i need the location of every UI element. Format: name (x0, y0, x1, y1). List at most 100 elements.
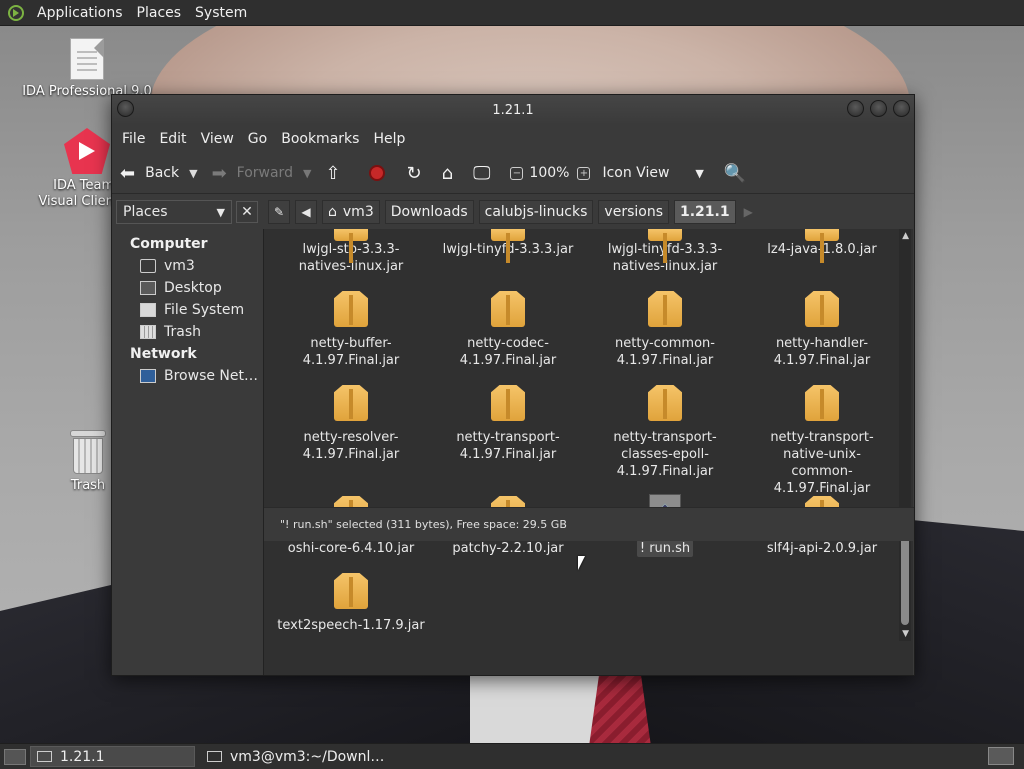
trash-icon (140, 325, 156, 339)
taskbar-item-terminal[interactable]: vm3@vm3:~/Downl… (201, 746, 390, 767)
menu-edit[interactable]: Edit (152, 131, 193, 147)
forward-button[interactable]: ➡ Forward (212, 163, 293, 184)
chevron-down-icon: ▼ (216, 205, 225, 219)
forward-history-dropdown[interactable]: ▼ (303, 167, 311, 180)
breadcrumb-downloads[interactable]: Downloads (384, 200, 474, 224)
taskbar-item-label: 1.21.1 (60, 748, 105, 765)
reload-button[interactable]: ↻ (407, 163, 432, 184)
file-item-label: netty-transport-4.1.97.Final.jar (456, 430, 560, 462)
icon-view[interactable]: lwjgl-stb-3.3.3-natives-linux.jar lwjgl-… (264, 229, 913, 675)
sidebar: Computer vm3 Desktop File System Trash N… (112, 229, 264, 675)
file-item[interactable]: text2speech-1.17.9.jar (276, 573, 426, 634)
workspace-switcher[interactable] (988, 747, 1014, 765)
show-desktop-button[interactable] (4, 748, 26, 765)
chevron-right-icon[interactable]: ▶ (744, 205, 753, 219)
file-item[interactable]: lwjgl-tinyfd-3.3.3-natives-linux.jar (590, 229, 740, 275)
sidebar-item-desktop[interactable]: Desktop (112, 277, 263, 299)
view-mode-select[interactable]: Icon View ▼ (602, 165, 703, 181)
breadcrumb-left-button[interactable]: ◀ (295, 200, 317, 224)
file-item[interactable]: lwjgl-tinyfd-3.3.3.jar (433, 229, 583, 263)
back-button[interactable]: ⬅ Back (120, 163, 179, 184)
file-item-label: netty-codec-4.1.97.Final.jar (459, 336, 557, 368)
search-button[interactable]: 🔍 (724, 163, 756, 184)
maximize-button[interactable] (870, 100, 887, 117)
pencil-icon: ✎ (273, 205, 285, 219)
reload-icon: ↻ (406, 162, 422, 184)
stop-icon[interactable] (368, 165, 385, 181)
jar-file-icon (334, 291, 368, 327)
up-button[interactable]: ⇧ (325, 163, 350, 184)
file-item[interactable]: netty-codec-4.1.97.Final.jar (433, 291, 583, 369)
computer-icon: 🖵 (473, 162, 491, 184)
computer-button[interactable]: 🖵 (473, 163, 500, 184)
file-item-label: ! run.sh (636, 540, 694, 557)
panel-menu-places[interactable]: Places (130, 5, 189, 21)
sidebar-heading-computer: Computer (130, 236, 208, 252)
chevron-left-icon: ◀ (301, 205, 311, 219)
network-icon (140, 369, 156, 383)
jar-file-icon (648, 291, 682, 327)
zoom-level[interactable]: 100% (529, 165, 569, 181)
menu-bookmarks[interactable]: Bookmarks (274, 131, 366, 147)
sidebar-item-vm3[interactable]: vm3 (112, 255, 263, 277)
places-select-label: Places (123, 204, 168, 220)
ida-teams-icon (64, 128, 110, 174)
home-button[interactable]: ⌂ (442, 163, 463, 184)
chevron-down-icon: ▼ (695, 166, 704, 180)
trash-icon (70, 430, 106, 474)
breadcrumb-current[interactable]: 1.21.1 (674, 200, 736, 224)
taskbar-item-file-manager[interactable]: 1.21.1 (30, 746, 195, 767)
file-item[interactable]: lz4-java-1.8.0.jar (747, 229, 897, 263)
zoom-in-icon[interactable]: + (577, 166, 591, 180)
sidebar-item-file-system[interactable]: File System (112, 299, 263, 321)
distro-logo-icon[interactable] (8, 4, 24, 21)
file-item[interactable]: netty-common-4.1.97.Final.jar (590, 291, 740, 369)
sidebar-heading-network: Network (130, 346, 197, 362)
file-item[interactable]: netty-resolver-4.1.97.Final.jar (276, 385, 426, 463)
window-menu-button[interactable] (117, 100, 134, 117)
panel-menu-applications[interactable]: Applications (30, 5, 130, 21)
minimize-button[interactable] (847, 100, 864, 117)
file-item[interactable]: netty-buffer-4.1.97.Final.jar (276, 291, 426, 369)
file-item-label: patchy-2.2.10.jar (452, 541, 564, 556)
jar-file-icon (648, 229, 682, 263)
file-item-label: netty-common-4.1.97.Final.jar (615, 336, 715, 368)
breadcrumb-calubjs-linucks[interactable]: calubjs-linucks (478, 200, 594, 224)
panel-menu-system[interactable]: System (188, 5, 254, 21)
scroll-down-icon[interactable]: ▼ (902, 629, 909, 639)
status-bar: "! run.sh" selected (311 bytes), Free sp… (264, 507, 914, 541)
menu-file[interactable]: File (115, 131, 152, 147)
file-item[interactable]: lwjgl-stb-3.3.3-natives-linux.jar (276, 229, 426, 275)
taskbar-item-label: vm3@vm3:~/Downl… (230, 748, 385, 765)
menu-go[interactable]: Go (241, 131, 274, 147)
toolbar: ⬅ Back ▼ ➡ Forward ▼ ⇧ ↻ ⌂ 🖵 − 100% + Ic… (112, 153, 914, 194)
sidebar-places-select[interactable]: Places ▼ (116, 200, 232, 224)
forward-arrow-icon: ➡ (211, 162, 227, 184)
sidebar-item-label: Desktop (164, 280, 222, 296)
sidebar-item-trash[interactable]: Trash (112, 321, 263, 343)
file-item[interactable]: netty-transport-4.1.97.Final.jar (433, 385, 583, 463)
menu-help[interactable]: Help (366, 131, 412, 147)
sidebar-item-browse-network[interactable]: Browse Net… (112, 365, 263, 387)
edit-location-button[interactable]: ✎ (268, 200, 290, 224)
menubar: File Edit View Go Bookmarks Help (112, 125, 914, 153)
menu-view[interactable]: View (194, 131, 241, 147)
scroll-up-icon[interactable]: ▲ (902, 231, 909, 241)
file-item[interactable]: netty-transport-classes-epoll-4.1.97.Fin… (590, 385, 740, 480)
breadcrumb-vm3[interactable]: ⌂ vm3 (322, 200, 380, 224)
jar-file-icon (334, 385, 368, 421)
file-item-label: oshi-core-6.4.10.jar (287, 541, 415, 556)
desktop-icon-ida-professional[interactable]: IDA Professional 9.0 (22, 38, 152, 99)
zoom-out-icon[interactable]: − (510, 166, 524, 180)
close-button[interactable] (893, 100, 910, 117)
sidebar-close-button[interactable]: ✕ (236, 201, 258, 223)
back-history-dropdown[interactable]: ▼ (189, 167, 197, 180)
file-item[interactable]: netty-transport-native-unix-common-4.1.9… (747, 385, 897, 497)
jar-file-icon (805, 229, 839, 263)
breadcrumb-versions[interactable]: versions (598, 200, 669, 224)
file-item-label: netty-handler-4.1.97.Final.jar (773, 336, 871, 368)
jar-file-icon (805, 385, 839, 421)
file-item[interactable]: netty-handler-4.1.97.Final.jar (747, 291, 897, 369)
back-label: Back (145, 165, 180, 181)
window-titlebar[interactable]: 1.21.1 (112, 95, 914, 125)
